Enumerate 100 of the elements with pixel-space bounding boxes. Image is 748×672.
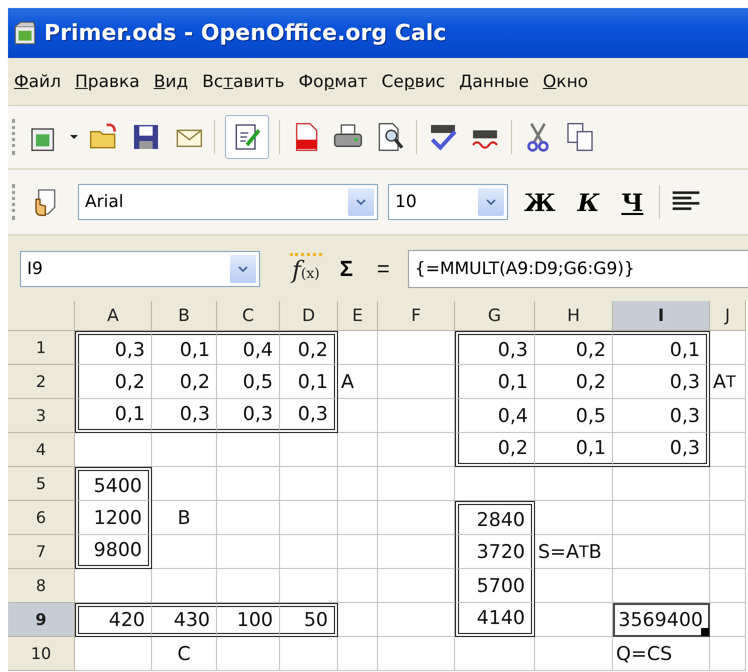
- dropdown-arrow-icon[interactable]: [70, 133, 78, 141]
- table-cell[interactable]: 0,1: [75, 399, 152, 433]
- table-cell[interactable]: [280, 467, 338, 501]
- table-cell[interactable]: [378, 535, 455, 569]
- table-cell[interactable]: [710, 433, 746, 467]
- table-cell[interactable]: A: [338, 365, 378, 399]
- table-cell[interactable]: [710, 603, 746, 637]
- table-cell[interactable]: 0,2: [535, 365, 613, 399]
- select-all-corner[interactable]: [8, 301, 75, 331]
- table-cell[interactable]: 0,2: [152, 365, 217, 399]
- table-cell[interactable]: [378, 433, 455, 467]
- table-cell[interactable]: [710, 331, 746, 365]
- table-cell[interactable]: [75, 433, 152, 467]
- table-cell[interactable]: 5700: [455, 569, 535, 603]
- table-cell[interactable]: [338, 569, 378, 603]
- table-cell[interactable]: [613, 569, 710, 603]
- sum-button[interactable]: Σ: [334, 256, 359, 282]
- table-cell[interactable]: 0,2: [280, 331, 338, 365]
- table-cell[interactable]: 0,2: [535, 331, 613, 365]
- table-cell[interactable]: [378, 501, 455, 535]
- table-cell[interactable]: [613, 501, 710, 535]
- table-cell[interactable]: [338, 603, 378, 637]
- edit-document-button[interactable]: [225, 115, 269, 159]
- row-header[interactable]: 2: [8, 365, 75, 399]
- table-cell[interactable]: 3569400: [613, 603, 710, 637]
- table-cell[interactable]: 0,3: [75, 331, 152, 365]
- table-cell[interactable]: [280, 637, 338, 671]
- table-cell[interactable]: 0,3: [613, 433, 710, 467]
- table-cell[interactable]: [280, 535, 338, 569]
- column-header[interactable]: B: [152, 301, 217, 331]
- row-header[interactable]: 8: [8, 569, 75, 603]
- table-cell[interactable]: 0,3: [613, 399, 710, 433]
- row-header[interactable]: 1: [8, 331, 75, 365]
- row-header[interactable]: 6: [8, 501, 75, 535]
- table-cell[interactable]: 0,1: [152, 331, 217, 365]
- table-cell[interactable]: 0,1: [535, 433, 613, 467]
- column-header[interactable]: I: [613, 301, 710, 331]
- table-cell[interactable]: 0,2: [455, 433, 535, 467]
- table-cell[interactable]: 420: [75, 603, 152, 637]
- table-cell[interactable]: [217, 569, 280, 603]
- table-cell[interactable]: [280, 433, 338, 467]
- row-header[interactable]: 3: [8, 399, 75, 433]
- table-cell[interactable]: B: [152, 501, 217, 535]
- table-cell[interactable]: 0,2: [75, 365, 152, 399]
- font-size-box[interactable]: 10: [388, 184, 508, 220]
- table-cell[interactable]: [378, 603, 455, 637]
- table-cell[interactable]: [535, 467, 613, 501]
- table-cell[interactable]: 0,1: [280, 365, 338, 399]
- underline-button[interactable]: Ч: [615, 188, 650, 216]
- table-cell[interactable]: [338, 637, 378, 671]
- table-cell[interactable]: [710, 637, 746, 671]
- table-cell[interactable]: [75, 569, 152, 603]
- table-cell[interactable]: 3720: [455, 535, 535, 569]
- table-cell[interactable]: 0,1: [613, 331, 710, 365]
- table-cell[interactable]: [338, 433, 378, 467]
- table-cell[interactable]: [535, 569, 613, 603]
- row-header[interactable]: 5: [8, 467, 75, 501]
- menu-item[interactable]: Вставить: [196, 72, 291, 92]
- bold-button[interactable]: Ж: [518, 188, 562, 216]
- table-cell[interactable]: [710, 501, 746, 535]
- table-cell[interactable]: [710, 399, 746, 433]
- row-header[interactable]: 4: [8, 433, 75, 467]
- function-button[interactable]: =: [370, 256, 396, 282]
- table-cell[interactable]: [378, 637, 455, 671]
- table-cell[interactable]: 0,5: [217, 365, 280, 399]
- table-cell[interactable]: [535, 637, 613, 671]
- formula-input[interactable]: {=MMULT(A9:D9;G6:G9)}: [408, 250, 748, 288]
- menu-item[interactable]: Окно: [536, 72, 594, 92]
- table-cell[interactable]: C: [152, 637, 217, 671]
- table-cell[interactable]: [338, 467, 378, 501]
- table-cell[interactable]: 0,4: [455, 399, 535, 433]
- table-cell[interactable]: [378, 467, 455, 501]
- table-cell[interactable]: [280, 501, 338, 535]
- table-cell[interactable]: [152, 535, 217, 569]
- table-cell[interactable]: [710, 467, 746, 501]
- table-cell[interactable]: 2840: [455, 501, 535, 535]
- table-cell[interactable]: [378, 569, 455, 603]
- function-wizard-button[interactable]: f(x): [290, 253, 322, 284]
- menu-item[interactable]: Сервис: [376, 72, 452, 92]
- table-cell[interactable]: [378, 331, 455, 365]
- column-header[interactable]: G: [455, 301, 535, 331]
- menu-item[interactable]: Вид: [148, 72, 194, 92]
- menu-item[interactable]: Файл: [8, 72, 67, 92]
- name-box[interactable]: I9: [20, 250, 260, 286]
- table-cell[interactable]: [710, 535, 746, 569]
- table-cell[interactable]: [338, 535, 378, 569]
- table-cell[interactable]: [217, 467, 280, 501]
- table-cell[interactable]: [217, 433, 280, 467]
- table-cell[interactable]: 50: [280, 603, 338, 637]
- table-cell[interactable]: [378, 399, 455, 433]
- table-cell[interactable]: [535, 501, 613, 535]
- table-cell[interactable]: 0,3: [152, 399, 217, 433]
- table-cell[interactable]: 5400: [75, 467, 152, 501]
- table-cell[interactable]: [338, 501, 378, 535]
- table-cell[interactable]: [535, 603, 613, 637]
- column-header[interactable]: C: [217, 301, 280, 331]
- table-cell[interactable]: [338, 399, 378, 433]
- table-cell[interactable]: 9800: [75, 535, 152, 569]
- column-header[interactable]: H: [535, 301, 613, 331]
- table-cell[interactable]: [280, 569, 338, 603]
